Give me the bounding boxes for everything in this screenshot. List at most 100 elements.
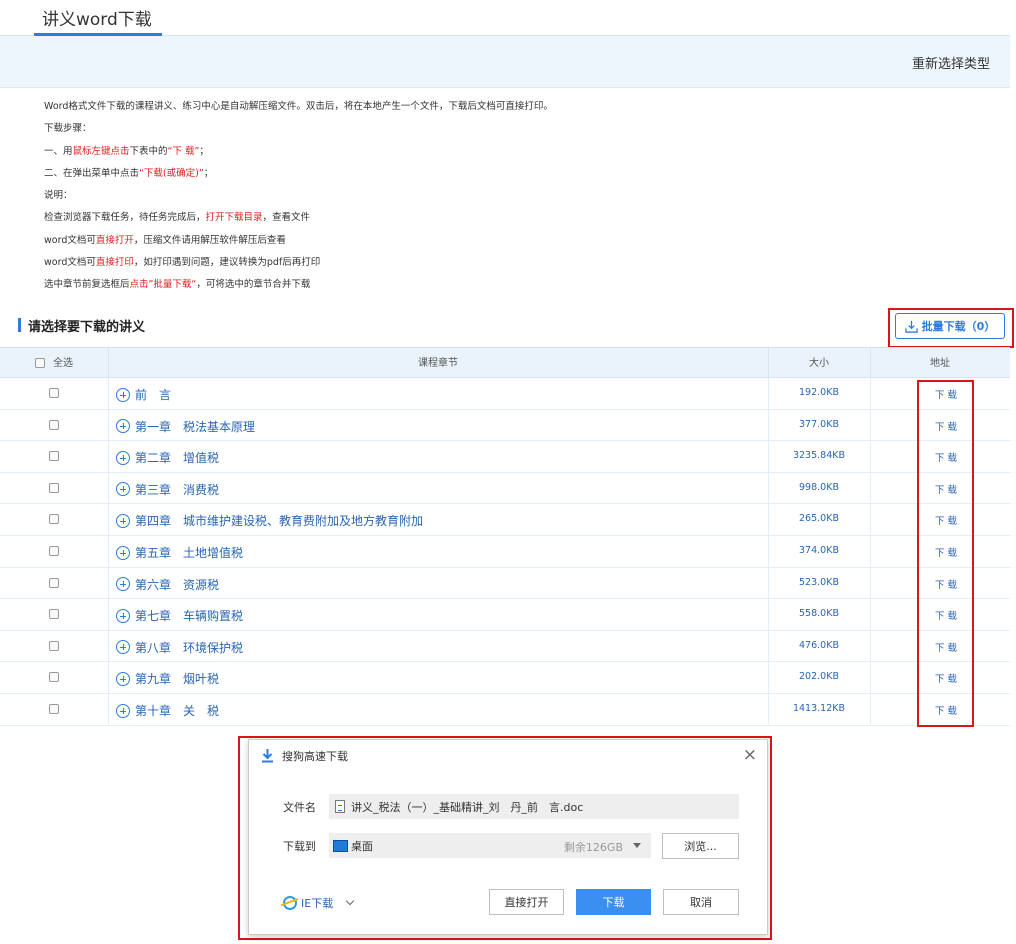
chapter-title: 第三章 消费税	[135, 482, 220, 497]
row-checkbox[interactable]	[49, 704, 59, 714]
instr-line-2: 下载步骤：	[44, 123, 92, 135]
file-size: 202.0KB	[799, 671, 839, 683]
table-row: 前 言 192.0KB 下 载	[0, 378, 1010, 410]
row-checkbox[interactable]	[49, 546, 59, 556]
dest-label: 下载到	[283, 840, 316, 853]
select-all-checkbox[interactable]	[35, 358, 45, 368]
expand-plus-icon[interactable]	[116, 482, 130, 497]
file-size: 523.0KB	[799, 576, 839, 588]
header-select-all: 全选	[53, 358, 73, 369]
dest-select[interactable]: 桌面 剩余126GB	[329, 833, 651, 858]
filename-field[interactable]: 讲义_税法（一）_基础精讲_刘 丹_前 言.doc	[329, 794, 739, 819]
chapter-link[interactable]: 第五章 土地增值税	[116, 544, 243, 561]
chapter-link[interactable]: 第十章 关 税	[116, 702, 219, 719]
download-column-highlight	[917, 380, 974, 727]
ie-download-label: IE下载	[301, 897, 334, 910]
batch-download-button[interactable]: 批量下载（0）	[895, 313, 1005, 339]
column-divider	[108, 378, 109, 724]
expand-plus-icon[interactable]	[116, 703, 130, 718]
instr-line-1: Word格式文件下载的课程讲义、练习中心是自动解压缩文件。双击后，将在本地产生一…	[44, 101, 553, 112]
expand-plus-icon[interactable]	[116, 608, 130, 623]
instr-line-5: 说明：	[44, 190, 73, 202]
header-chapter: 课程章节	[418, 358, 458, 369]
instr-line-7: word文档可直接打开，压缩文件请用解压软件解压后查看	[44, 234, 286, 246]
dialog-title: 搜狗高速下载	[261, 748, 348, 764]
column-divider	[768, 378, 769, 724]
file-size: 265.0KB	[799, 513, 839, 525]
chevron-down-icon[interactable]	[345, 896, 355, 906]
chapter-link[interactable]: 第九章 烟叶税	[116, 670, 219, 687]
ie-icon	[283, 896, 297, 910]
instr-line-6: 检查浏览器下载任务，待任务完成后，打开下载目录，查看文件	[44, 212, 311, 224]
free-space: 剩余126GB	[563, 841, 623, 854]
row-checkbox[interactable]	[49, 672, 59, 683]
chapter-link[interactable]: 第一章 税法基本原理	[116, 418, 255, 435]
close-icon[interactable]: ×	[743, 746, 757, 764]
table-row: 第十章 关 税 1413.12KB 下 载	[0, 694, 1010, 726]
chapter-title: 第十章 关 税	[135, 704, 220, 718]
instr-line-8: word文档可直接打印，如打印遇到问题，建议转换为pdf后再打印	[44, 257, 321, 269]
chapter-link[interactable]: 前 言	[116, 386, 171, 403]
chapter-title: 前 言	[135, 388, 172, 402]
section-title-bar	[18, 318, 21, 332]
chapter-title: 第四章 城市维护建设税、教育费附加及地方教育附加	[135, 514, 424, 529]
column-divider	[870, 378, 871, 724]
chapter-title: 第八章 环境保护税	[135, 640, 244, 655]
instr-line-4: 二、在弹出菜单中点击“下载(或确定)”；	[44, 167, 214, 179]
chapter-link[interactable]: 第二章 增值税	[116, 449, 219, 466]
table-row: 第六章 资源税 523.0KB 下 载	[0, 568, 1010, 600]
table-row: 第二章 增值税 3235.84KB 下 载	[0, 441, 1010, 473]
header-band: 重新选择类型	[0, 36, 1010, 88]
file-size: 3235.84KB	[792, 450, 846, 462]
header-size: 大小	[809, 358, 829, 369]
instr-line-9: 选中章节前复选框后点击”批量下载“，可将选中的章节合并下载	[44, 279, 311, 291]
expand-plus-icon[interactable]	[116, 671, 130, 686]
chapter-title: 第七章 车辆购置税	[135, 609, 244, 624]
row-checkbox[interactable]	[49, 419, 59, 430]
tab-handout-word-download[interactable]: 讲义word下载	[34, 0, 162, 36]
chapter-link[interactable]: 第八章 环境保护税	[116, 639, 243, 656]
table-row: 第一章 税法基本原理 377.0KB 下 载	[0, 410, 1010, 442]
expand-plus-icon[interactable]	[116, 545, 130, 560]
expand-plus-icon[interactable]	[116, 513, 130, 528]
open-direct-button[interactable]: 直接打开	[489, 889, 564, 915]
browse-button[interactable]: 浏览...	[662, 833, 739, 859]
table-row: 第九章 烟叶税 202.0KB 下 载	[0, 662, 1010, 694]
chapter-link[interactable]: 第四章 城市维护建设税、教育费附加及地方教育附加	[116, 512, 423, 529]
chapter-link[interactable]: 第六章 资源税	[116, 576, 219, 593]
header-address: 地址	[930, 358, 950, 369]
table-row: 第三章 消费税 998.0KB 下 载	[0, 473, 1010, 505]
expand-plus-icon[interactable]	[116, 640, 130, 655]
row-checkbox[interactable]	[49, 577, 59, 588]
expand-plus-icon[interactable]	[116, 450, 130, 465]
chapter-title: 第九章 烟叶税	[135, 672, 220, 687]
row-checkbox[interactable]	[49, 482, 59, 493]
download-button[interactable]: 下载	[576, 889, 651, 915]
expand-plus-icon[interactable]	[116, 387, 130, 402]
table-row: 第五章 土地增值税 374.0KB 下 载	[0, 536, 1010, 568]
ie-download-link[interactable]: IE下载	[283, 895, 355, 911]
section-title-text: 请选择要下载的讲义	[28, 320, 146, 335]
row-checkbox[interactable]	[49, 388, 59, 398]
chapter-link[interactable]: 第七章 车辆购置税	[116, 607, 243, 624]
expand-plus-icon[interactable]	[116, 577, 130, 592]
tab-label: 讲义word下载	[42, 10, 152, 30]
chapter-link[interactable]: 第三章 消费税	[116, 481, 219, 498]
dialog-title-text: 搜狗高速下载	[282, 750, 348, 763]
doc-file-icon	[335, 800, 345, 813]
file-size: 998.0KB	[799, 481, 839, 493]
row-checkbox[interactable]	[49, 609, 59, 620]
row-checkbox[interactable]	[49, 514, 59, 525]
sogou-download-dialog: 搜狗高速下载 × 文件名 讲义_税法（一）_基础精讲_刘 丹_前 言.doc 下…	[248, 739, 768, 935]
table-header: 全选 课程章节 大小 地址	[0, 347, 1010, 379]
instr-line-3: 一、用鼠标左键点击下表中的“下 载”；	[44, 145, 209, 157]
rechoose-type-link[interactable]: 重新选择类型	[912, 53, 990, 72]
dest-value: 桌面	[351, 839, 373, 853]
file-size: 558.0KB	[799, 608, 839, 620]
file-size: 192.0KB	[799, 387, 839, 398]
row-checkbox[interactable]	[49, 640, 59, 651]
table-row: 第四章 城市维护建设税、教育费附加及地方教育附加 265.0KB 下 载	[0, 504, 1010, 536]
row-checkbox[interactable]	[49, 451, 59, 462]
cancel-button[interactable]: 取消	[663, 889, 739, 915]
expand-plus-icon[interactable]	[116, 419, 130, 434]
